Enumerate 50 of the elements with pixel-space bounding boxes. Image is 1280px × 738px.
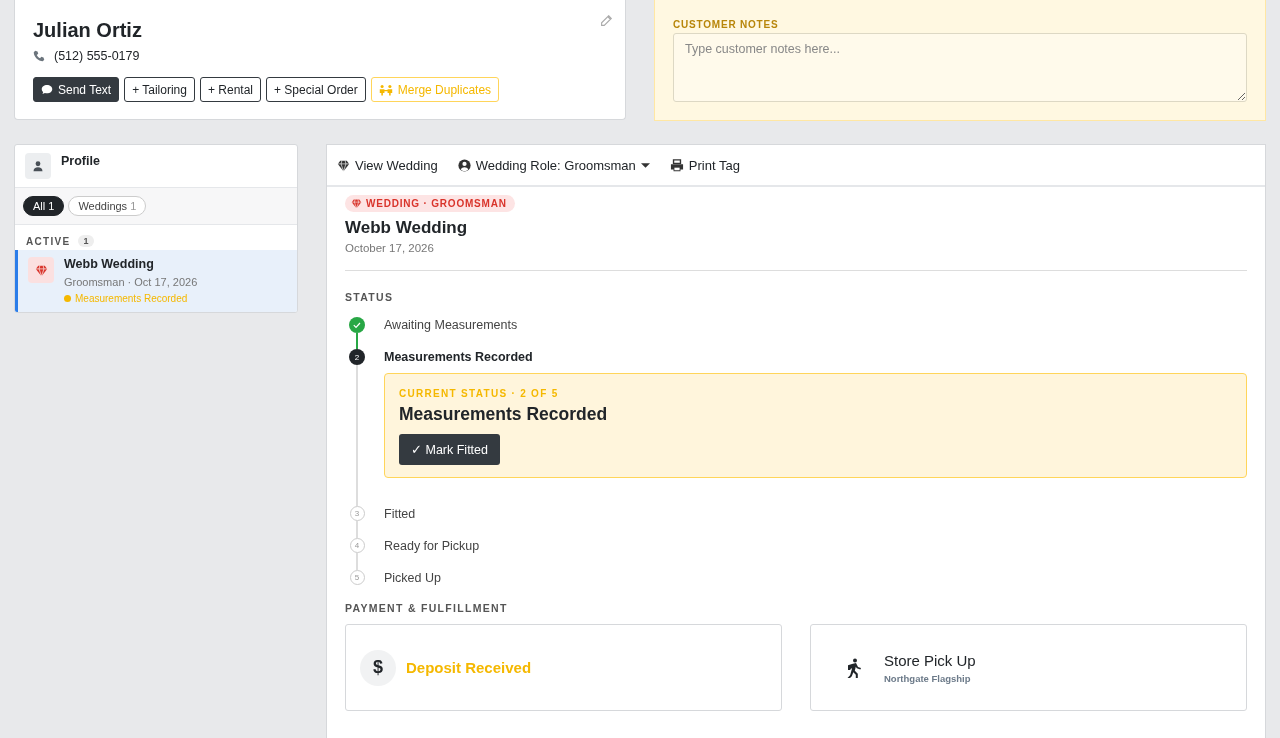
people-icon	[378, 83, 393, 96]
person-icon	[32, 160, 44, 172]
section-heading: PAYMENT & FULFILLMENT	[345, 602, 509, 614]
profile-title: Profile	[61, 154, 100, 168]
step-label: Ready for Pickup	[384, 538, 481, 555]
wedding-list-item[interactable]: Webb Wedding Groomsman · Oct 17, 2026 Measurements Recorded	[15, 250, 297, 312]
notes-field[interactable]: Type customer notes here...	[673, 33, 1247, 102]
pencil-icon[interactable]	[599, 14, 613, 28]
caret-icon	[640, 162, 650, 168]
gem-icon	[34, 263, 48, 277]
section-heading: STATUS	[345, 291, 395, 303]
phone-number: (512) 555-0179	[54, 49, 140, 63]
step-label: Fitted	[384, 506, 417, 523]
phone-icon	[33, 50, 45, 62]
printer-icon	[669, 158, 684, 172]
notes-label: CUSTOMER NOTES	[673, 19, 780, 30]
step-number: 2	[349, 349, 365, 365]
item-title: Webb Wedding	[64, 257, 155, 271]
gem-icon	[351, 198, 362, 209]
filter-chip[interactable]: All 1	[23, 196, 65, 216]
filter-chip[interactable]: Weddings 1	[68, 196, 147, 216]
event-title: Webb Wedding	[345, 218, 469, 238]
dollar-icon: $	[360, 649, 396, 686]
step-label: Awaiting Measurements	[384, 317, 519, 334]
step-label: Measurements Recorded	[384, 349, 534, 365]
gem-icon	[337, 158, 350, 172]
fulfillment-title: Store Pick Up	[884, 651, 976, 669]
section-label: ACTIVE	[26, 235, 71, 247]
mark-fitted-button[interactable]: ✓ Mark Fitted	[399, 434, 500, 465]
step-label: Picked Up	[384, 570, 442, 587]
payment-status: Deposit Received	[406, 659, 532, 676]
walking-person-icon	[846, 657, 862, 678]
add-button[interactable]: + Special Order	[266, 77, 366, 102]
role-dropdown[interactable]: Wedding Role: Groomsman	[457, 157, 650, 173]
status-caption: CURRENT STATUS · 2 OF 5	[399, 388, 560, 399]
item-subtitle: Groomsman · Oct 17, 2026	[64, 276, 198, 288]
store-location: Northgate Flagship	[884, 672, 972, 684]
add-button[interactable]: + Tailoring	[124, 77, 195, 102]
count-badge: 1	[78, 235, 94, 247]
event-date: October 17, 2026	[345, 242, 435, 254]
status-title: Measurements Recorded	[399, 404, 609, 425]
print-tag-button[interactable]: Print Tag	[669, 157, 740, 173]
chat-icon	[41, 84, 53, 95]
event-badge: WEDDING · GROOMSMAN	[345, 195, 515, 212]
add-button[interactable]: + Rental	[200, 77, 261, 102]
view-wedding-button[interactable]: View Wedding	[337, 157, 438, 173]
user-circle-icon	[457, 158, 471, 172]
item-status: Measurements Recorded	[75, 293, 188, 304]
customer-name: Julian Ortiz	[33, 19, 143, 42]
send-text-button[interactable]: Send Text	[33, 77, 120, 102]
